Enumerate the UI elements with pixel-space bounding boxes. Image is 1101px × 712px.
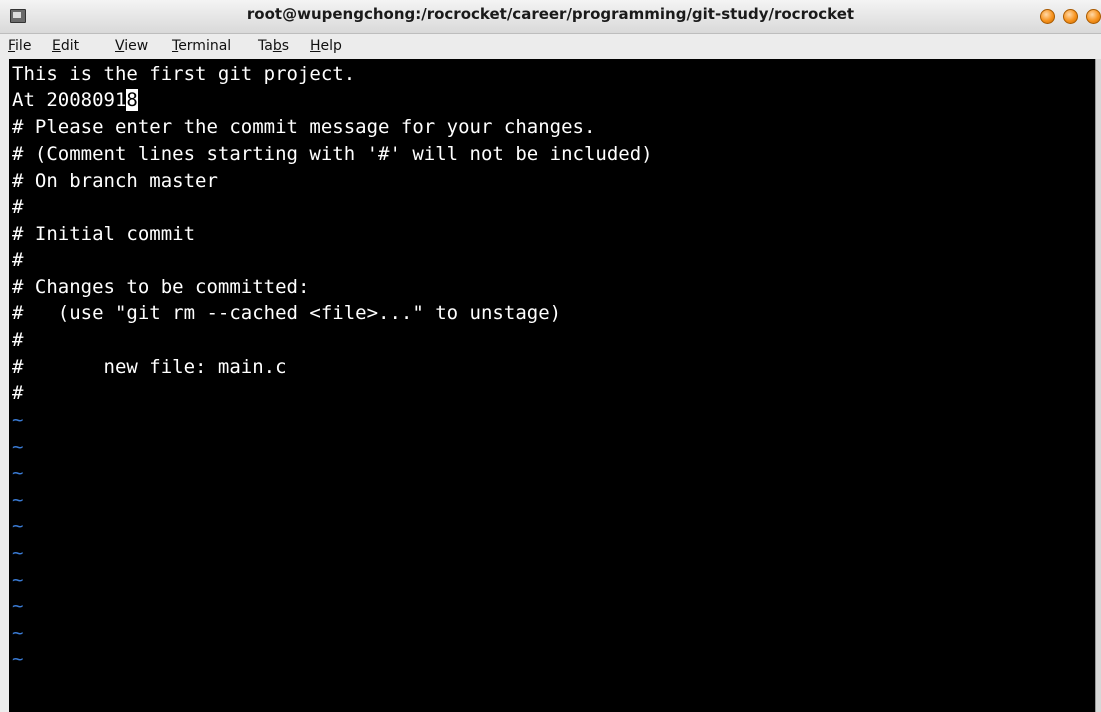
tilde-marker: ~ — [12, 648, 24, 670]
terminal-line: # — [12, 329, 24, 351]
terminal-line: At 20080918 — [12, 89, 138, 111]
tilde-marker: ~ — [12, 515, 24, 537]
terminal-line: # Please enter the commit message for yo… — [12, 116, 596, 138]
terminal-line: # — [12, 382, 24, 404]
terminal-line: # Initial commit — [12, 223, 196, 245]
terminal-screen[interactable]: This is the first git project. At 200809… — [9, 59, 1095, 712]
close-button[interactable] — [1086, 9, 1101, 24]
menu-tabs[interactable]: Tabs — [258, 38, 289, 54]
terminal-line: # On branch master — [12, 170, 218, 192]
tilde-marker: ~ — [12, 409, 24, 431]
terminal-line: # (use "git rm --cached <file>..." to un… — [12, 302, 562, 324]
scrollbar[interactable] — [1095, 59, 1101, 712]
maximize-button[interactable] — [1063, 9, 1078, 24]
menu-edit[interactable]: Edit — [52, 38, 79, 54]
tilde-marker: ~ — [12, 436, 24, 458]
terminal-line: # — [12, 196, 24, 218]
terminal-line: # (Comment lines starting with '#' will … — [12, 143, 653, 165]
menu-bar: File Edit View Terminal Tabs Help — [0, 34, 1101, 59]
text-cursor: 8 — [126, 89, 138, 111]
terminal-line: # Changes to be committed: — [12, 276, 310, 298]
window-title: root@wupengchong:/rocrocket/career/progr… — [246, 5, 855, 23]
terminal-line: This is the first git project. — [12, 63, 356, 85]
tilde-marker: ~ — [12, 622, 24, 644]
terminal-line: # new file: main.c — [12, 356, 287, 378]
tilde-marker: ~ — [12, 489, 24, 511]
menu-file[interactable]: File — [8, 38, 31, 54]
minimize-button[interactable] — [1040, 9, 1055, 24]
tilde-marker: ~ — [12, 595, 24, 617]
tilde-marker: ~ — [12, 542, 24, 564]
menu-terminal[interactable]: Terminal — [172, 38, 231, 54]
menu-help[interactable]: Help — [310, 38, 342, 54]
tilde-marker: ~ — [12, 569, 24, 591]
menu-view[interactable]: View — [115, 38, 148, 54]
title-bar[interactable]: root@wupengchong:/rocrocket/career/progr… — [0, 0, 1101, 34]
terminal-window: root@wupengchong:/rocrocket/career/progr… — [0, 0, 1101, 712]
tilde-marker: ~ — [12, 462, 24, 484]
terminal-line: # — [12, 249, 24, 271]
